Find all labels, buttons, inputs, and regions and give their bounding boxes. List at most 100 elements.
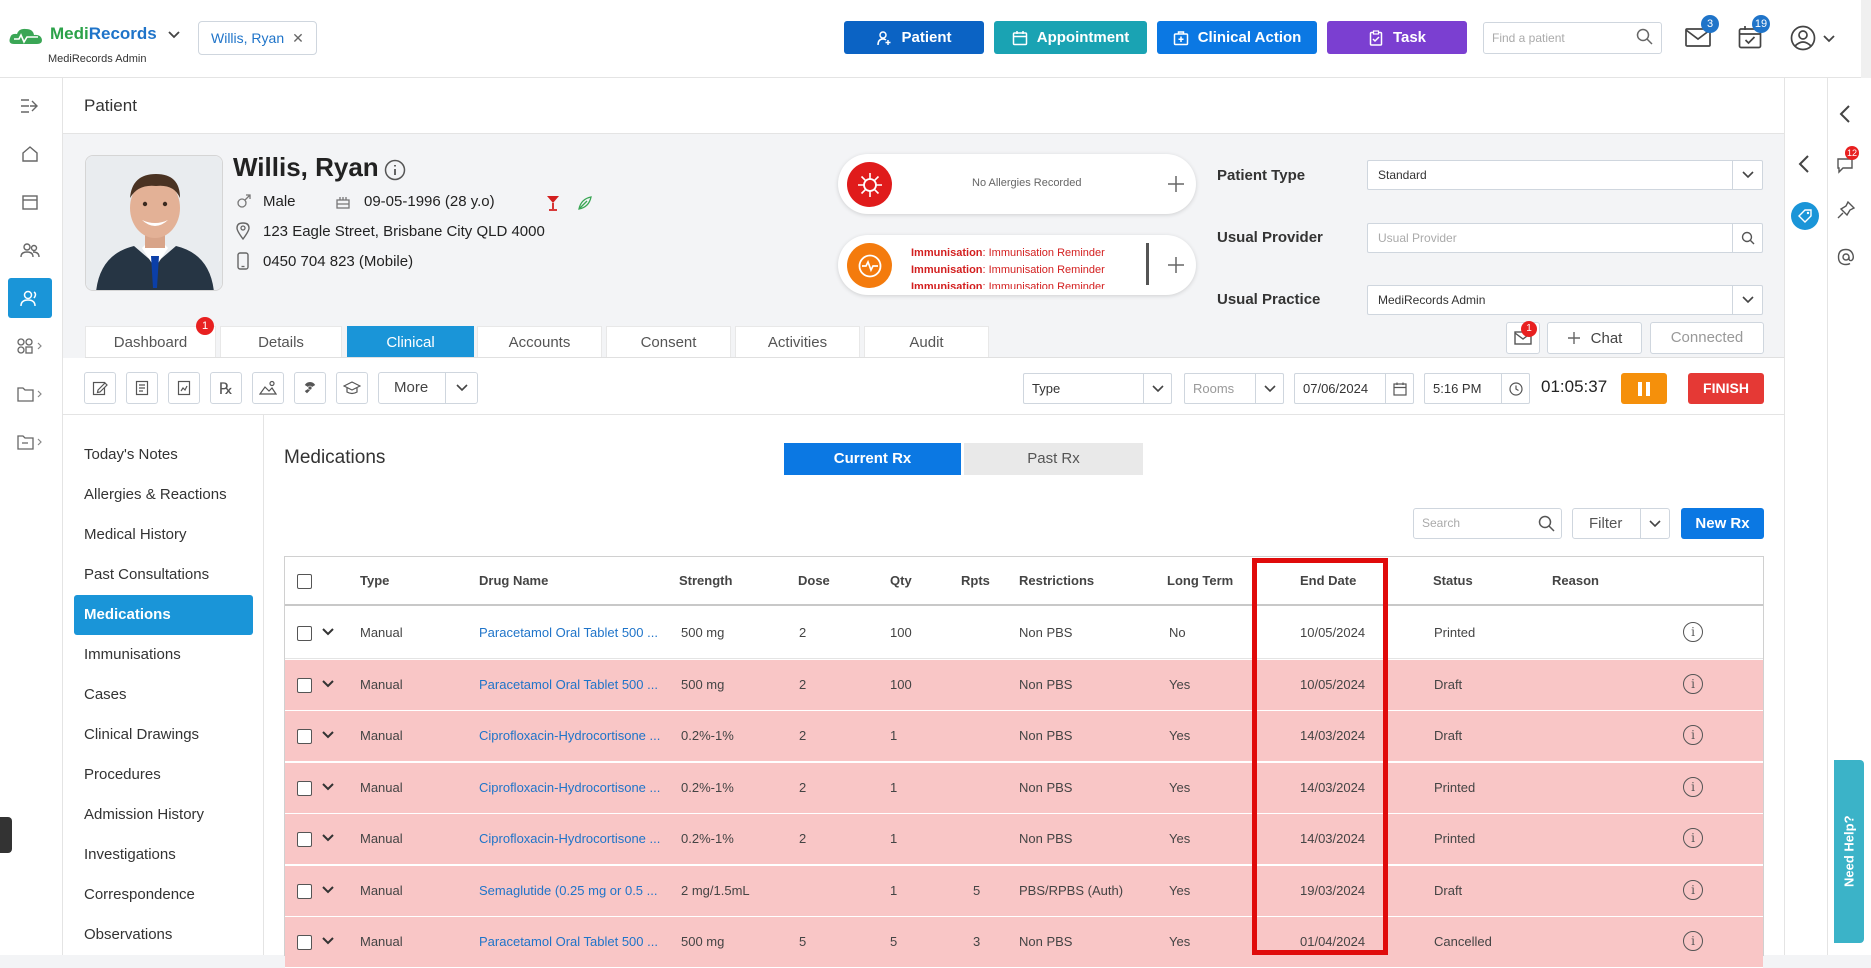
chevron-down-icon[interactable] [322,628,334,636]
col-reason[interactable]: Reason [1552,573,1599,588]
pin-icon[interactable] [1837,201,1855,219]
add-immunisation-icon[interactable] [1166,255,1186,275]
sidenav-item-procedures[interactable]: Procedures [74,755,253,795]
table-row[interactable]: Manual Ciprofloxacin-Hydrocortisone ... 0.… [285,711,1763,762]
table-row[interactable]: Manual Paracetamol Oral Tablet 500 ... 500… [285,917,1763,968]
sidenav-item-clinical-drawings[interactable]: Clinical Drawings [74,715,253,755]
tag-icon[interactable] [1791,202,1819,230]
tab-details[interactable]: Details [220,326,342,358]
sidenav-item-allergies[interactable]: Allergies & Reactions [74,475,253,515]
cell-drug-name[interactable]: Ciprofloxacin-Hydrocortisone ... [479,831,660,846]
appointment-button[interactable]: Appointment [994,21,1147,54]
table-row[interactable]: Manual Paracetamol Oral Tablet 500 ... 500… [285,608,1763,659]
home-icon[interactable] [8,134,52,174]
col-long-term[interactable]: Long Term [1167,573,1233,588]
close-icon[interactable]: ✕ [292,30,304,46]
user-avatar-icon[interactable] [1790,25,1816,51]
col-dose[interactable]: Dose [798,573,830,588]
pause-button[interactable] [1621,373,1667,404]
radiation-icon[interactable] [294,372,326,404]
folder-tree-icon[interactable] [8,422,52,462]
brand-name[interactable]: MediRecords [50,24,157,44]
tab-audit[interactable]: Audit [864,326,989,358]
sidenav-item-todays-notes[interactable]: Today's Notes [74,435,253,475]
cell-drug-name[interactable]: Paracetamol Oral Tablet 500 ... [479,934,658,949]
chevron-down-icon[interactable] [322,937,334,945]
select-all-checkbox[interactable] [297,574,312,589]
report-icon[interactable] [168,372,200,404]
col-rpts[interactable]: Rpts [961,573,990,588]
sidenav-item-observations[interactable]: Observations [74,915,253,955]
cell-drug-name[interactable]: Ciprofloxacin-Hydrocortisone ... [479,780,660,795]
filter-button[interactable]: Filter [1572,508,1670,539]
chat-button[interactable]: Chat [1547,322,1642,354]
sidenav-item-cases[interactable]: Cases [74,675,253,715]
row-checkbox[interactable] [297,780,312,796]
image-upload-icon[interactable] [252,372,284,404]
info-icon[interactable]: i [1683,725,1703,745]
col-status[interactable]: Status [1433,573,1473,588]
date-input[interactable]: 07/06/2024 [1294,373,1414,404]
calendar-icon[interactable] [8,182,52,222]
table-row[interactable]: Manual Ciprofloxacin-Hydrocortisone ... 0.… [285,762,1763,814]
tab-dashboard[interactable]: Dashboard [85,326,216,358]
usual-provider-input[interactable]: Usual Provider [1367,223,1763,253]
patients-group-icon[interactable] [8,230,52,270]
expand-menu-icon[interactable] [8,86,52,126]
cell-drug-name[interactable]: Paracetamol Oral Tablet 500 ... [479,677,658,692]
col-strength[interactable]: Strength [679,573,732,588]
chevron-down-icon[interactable] [168,31,180,39]
chevron-down-icon[interactable] [322,731,334,739]
patient-chip[interactable]: Willis, Ryan ✕ [198,21,317,55]
patient-icon[interactable] [8,278,52,318]
tab-past-rx[interactable]: Past Rx [964,443,1143,475]
col-qty[interactable]: Qty [890,573,912,588]
sidenav-item-past-consultations[interactable]: Past Consultations [74,555,253,595]
education-icon[interactable] [336,372,368,404]
table-row[interactable]: Manual Semaglutide (0.25 mg or 0.5 ... 2 m… [285,865,1763,917]
chevron-down-icon[interactable] [322,885,334,894]
clinical-action-button[interactable]: Clinical Action [1157,21,1317,54]
sidenav-item-correspondence[interactable]: Correspondence [74,875,253,915]
table-row[interactable]: Manual Ciprofloxacin-Hydrocortisone ... 0.… [285,814,1763,865]
finish-button[interactable]: FINISH [1688,373,1764,404]
collapse-left-icon[interactable] [1838,104,1852,124]
need-help-button[interactable]: Need Help? [1834,760,1864,943]
row-checkbox[interactable] [297,729,312,744]
info-icon[interactable]: i [1683,931,1703,951]
sidenav-item-admission-history[interactable]: Admission History [74,795,253,835]
collapse-left-icon[interactable] [1797,154,1811,174]
info-icon[interactable] [384,159,406,181]
info-icon[interactable]: i [1683,673,1703,694]
apps-icon[interactable] [8,326,52,366]
chevron-down-icon[interactable] [322,834,334,842]
new-rx-button[interactable]: New Rx [1681,508,1764,539]
usual-practice-select[interactable]: MediRecords Admin [1367,285,1763,315]
cell-drug-name[interactable]: Semaglutide (0.25 mg or 0.5 ... [479,883,657,898]
sidenav-item-investigations[interactable]: Investigations [74,835,253,875]
type-select[interactable]: Type [1023,373,1172,404]
add-allergy-icon[interactable] [1166,174,1186,194]
search-icon[interactable] [1538,515,1555,532]
chevron-down-icon[interactable] [322,782,334,791]
row-checkbox[interactable] [297,832,312,847]
edit-note-icon[interactable] [84,372,116,404]
info-icon[interactable]: i [1683,879,1703,900]
rooms-select[interactable]: Rooms [1184,373,1284,404]
col-drug-name[interactable]: Drug Name [479,573,548,588]
sidenav-item-medical-history[interactable]: Medical History [74,515,253,555]
row-checkbox[interactable] [297,883,312,899]
prescription-icon[interactable]: ℞ [210,372,242,404]
tab-activities[interactable]: Activities [735,326,860,358]
row-checkbox[interactable] [297,626,312,641]
row-checkbox[interactable] [297,677,312,693]
sidenav-item-immunisations[interactable]: Immunisations [74,635,253,675]
col-type[interactable]: Type [360,573,389,588]
time-input[interactable]: 5:16 PM [1424,373,1530,404]
patient-type-select[interactable]: Standard [1367,160,1763,190]
tab-current-rx[interactable]: Current Rx [784,443,961,475]
cell-drug-name[interactable]: Ciprofloxacin-Hydrocortisone ... [479,728,660,743]
info-icon[interactable]: i [1683,622,1703,642]
tab-consent[interactable]: Consent [606,326,731,358]
info-icon[interactable]: i [1683,828,1703,848]
